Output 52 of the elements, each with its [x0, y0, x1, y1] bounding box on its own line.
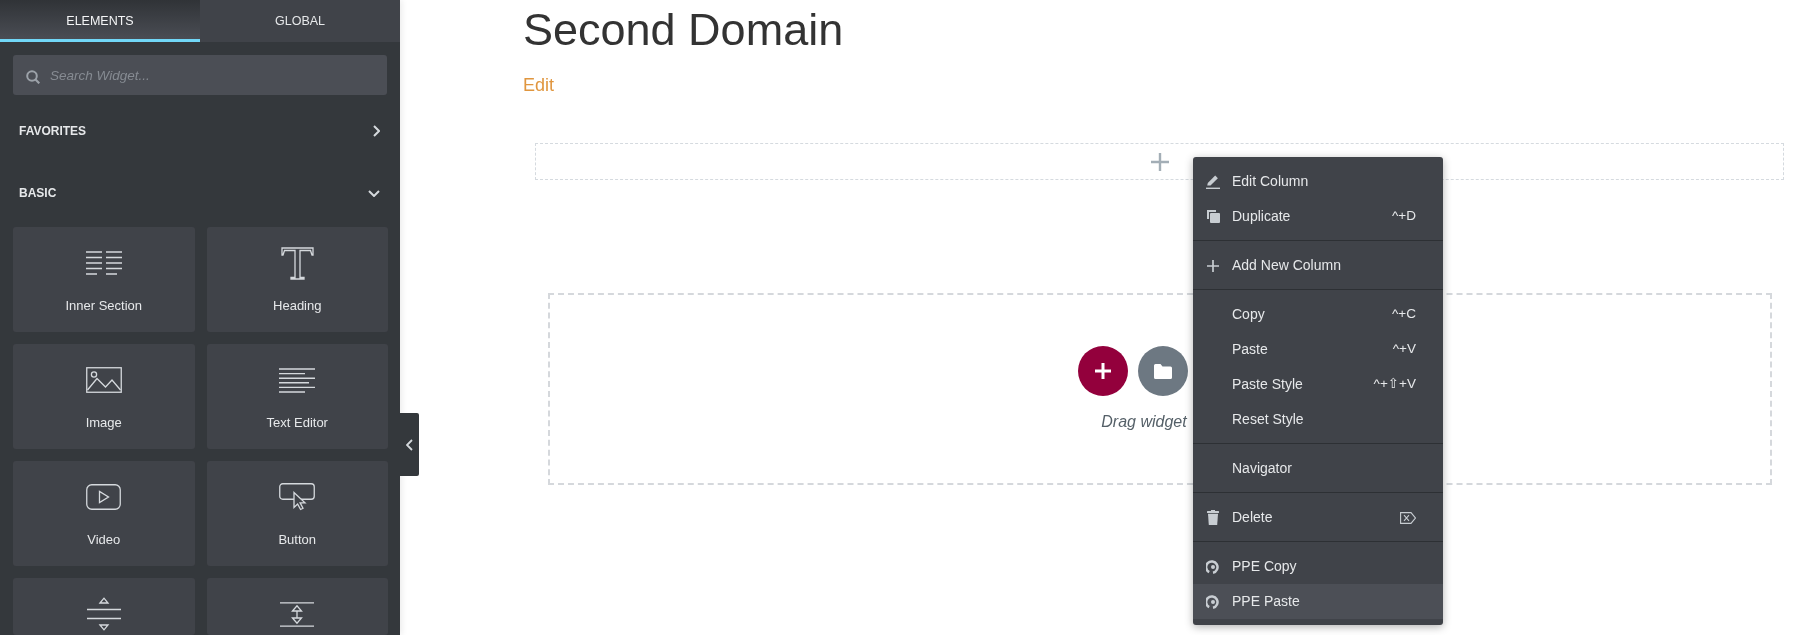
letter-t-icon — [280, 246, 314, 280]
page-title: Second Domain — [523, 3, 845, 57]
shortcut-text: ^+C — [1392, 306, 1416, 323]
widget-tile[interactable]: Button — [206, 461, 388, 566]
sidebar-tab[interactable]: GLOBAL — [200, 0, 400, 42]
menu-item[interactable]: PPE Paste — [1193, 584, 1443, 619]
cursor-button-icon — [279, 483, 316, 511]
template-library-button[interactable] — [1138, 346, 1188, 396]
menu-item[interactable]: Duplicate ^+D — [1193, 199, 1443, 234]
pencil-icon — [1206, 174, 1220, 189]
add-section-button[interactable] — [1078, 346, 1128, 396]
widget-tile[interactable] — [206, 578, 388, 635]
menu-item[interactable]: Edit Column — [1193, 164, 1443, 199]
drop-hint: Drag widget — [1101, 412, 1187, 432]
search-field[interactable]: Search Widget... — [13, 55, 387, 95]
widget-tile[interactable]: Text Editor — [206, 344, 388, 449]
play-icon — [86, 484, 122, 510]
menu-item[interactable]: Paste ^+V — [1193, 332, 1443, 367]
shortcut-text: ^+D — [1392, 208, 1416, 225]
trash-icon — [1207, 510, 1219, 525]
category-header[interactable]: FAVORITES — [0, 100, 400, 162]
image-icon — [85, 367, 122, 393]
ring-logo-icon — [1206, 594, 1220, 609]
menu-item[interactable]: Paste Style ^+⇧+V — [1193, 367, 1443, 402]
chevron-left-icon — [406, 438, 413, 451]
widget-tile[interactable] — [13, 578, 195, 635]
sidebar-tab[interactable]: ELEMENTS — [0, 0, 200, 42]
duplicate-icon — [1206, 210, 1220, 223]
widget-tile[interactable]: Image — [13, 344, 195, 449]
search-icon — [26, 70, 40, 84]
ring-logo-icon — [1206, 559, 1220, 574]
collapse-panel-button[interactable] — [400, 413, 419, 476]
triangles-lines-icon — [86, 597, 121, 631]
widget-tile[interactable]: Video — [13, 461, 195, 566]
menu-item[interactable]: Navigator — [1193, 451, 1443, 486]
plus-icon — [1207, 259, 1219, 272]
shortcut-text: ^+V — [1392, 341, 1416, 358]
menu-item[interactable]: Delete — [1193, 500, 1443, 535]
category-header[interactable]: BASIC — [0, 162, 400, 224]
menu-item[interactable]: Add New Column — [1193, 248, 1443, 283]
menu-item[interactable]: PPE Copy — [1193, 549, 1443, 584]
widget-tile[interactable]: Inner Section — [13, 227, 195, 332]
shortcut-text: ^+⇧+V — [1373, 376, 1416, 393]
columns-icon — [85, 251, 122, 275]
delete-key-icon — [1400, 511, 1416, 524]
plus-icon — [1095, 363, 1111, 379]
menu-item[interactable]: Reset Style — [1193, 402, 1443, 437]
text-lines-icon — [279, 367, 316, 393]
menu-item[interactable]: Copy ^+C — [1193, 297, 1443, 332]
widget-tile[interactable]: Heading — [206, 227, 388, 332]
vertical-arrow-lines-icon — [280, 601, 315, 627]
folder-icon — [1154, 363, 1172, 379]
